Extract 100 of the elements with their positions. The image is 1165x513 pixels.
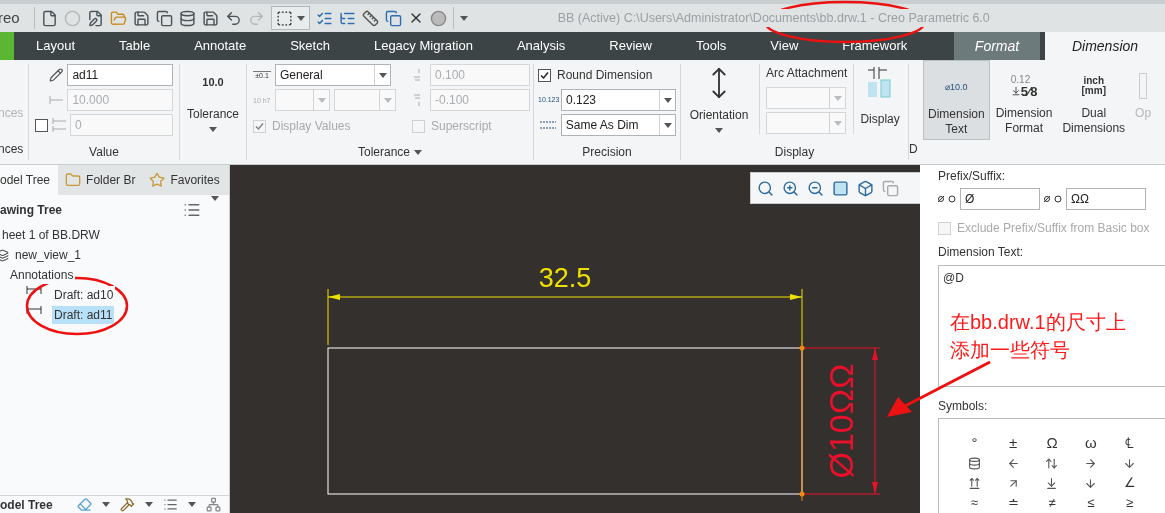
symbol-button[interactable]: ± xyxy=(993,433,1033,453)
section-label: Symbols: xyxy=(938,398,989,415)
orientation-button[interactable]: Orientation xyxy=(685,64,753,134)
ribbon-tab[interactable]: Layout xyxy=(14,32,98,60)
options-icon xyxy=(1139,73,1148,99)
dropdown-arrow-icon xyxy=(833,120,842,126)
symbol-button[interactable]: ≈ xyxy=(955,493,994,513)
ribbon-tab[interactable]: Tools xyxy=(673,32,749,60)
dropdown-arrow-icon xyxy=(715,128,723,133)
ribbon-tab[interactable]: Dimension xyxy=(1045,32,1165,60)
ribbon-tab[interactable]: Framework xyxy=(820,32,930,60)
ruler-icon[interactable] xyxy=(361,9,379,27)
windows-icon[interactable] xyxy=(384,9,402,27)
dimension-value: 32.5 xyxy=(538,263,592,293)
symbol-button[interactable]: ℄ xyxy=(1110,433,1149,453)
dropdown[interactable]: General xyxy=(275,64,391,86)
dropdown-arrow-icon xyxy=(187,502,196,507)
dimension-value-icon xyxy=(49,96,64,104)
dropdown-arrow-icon xyxy=(663,122,672,128)
checkbox-label: Superscript xyxy=(431,118,492,135)
selection-box-button[interactable] xyxy=(270,6,310,30)
dropdown-arrow-icon xyxy=(209,126,217,132)
ribbon-tab[interactable]: Sketch xyxy=(268,32,352,60)
symbol-button[interactable]: ∠ xyxy=(1110,473,1149,493)
panel-tab[interactable]: Favorites xyxy=(142,165,227,195)
edit-file-icon[interactable] xyxy=(86,9,104,27)
edit-name-icon xyxy=(49,67,64,83)
dimension-icon xyxy=(26,286,42,296)
save-icon[interactable] xyxy=(201,9,219,27)
zoom-fit-icon[interactable] xyxy=(757,179,774,197)
prefix-field[interactable]: Ø xyxy=(960,188,1040,210)
symbol-button[interactable]: ω xyxy=(1071,433,1111,453)
new-file-icon[interactable] xyxy=(40,9,58,27)
symbol-button[interactable]: ≐ xyxy=(993,493,1033,513)
dropdown[interactable]: 0.123 xyxy=(561,89,676,111)
ribbon-tab[interactable]: Analysis xyxy=(494,32,588,60)
dimension-icon xyxy=(26,306,42,316)
panel-title: odel Tree xyxy=(0,496,53,513)
list-icon[interactable] xyxy=(162,497,178,512)
tree-item[interactable]: Draft: ad11 xyxy=(52,306,115,324)
dropdown-arrow-icon xyxy=(144,502,153,507)
display-button[interactable]: Display xyxy=(860,64,900,134)
tree-header: awing Tree xyxy=(0,202,64,219)
dropdown-arrow-icon xyxy=(663,97,672,103)
override-value-icon xyxy=(52,117,67,133)
zoom-out-icon[interactable] xyxy=(807,179,824,197)
group-label: Tolerance xyxy=(358,146,410,158)
checkbox-label: Round Dimension xyxy=(557,67,653,84)
section-label: Dimension Text: xyxy=(938,244,1025,261)
repaint-icon[interactable] xyxy=(832,179,849,197)
symbol-button[interactable]: ° xyxy=(955,433,994,453)
dropdown[interactable]: Same As Dim xyxy=(560,114,676,136)
ribbon-button[interactable]: inch [mm] Dual Dimensions xyxy=(1058,60,1130,140)
dropdown-arrow-icon xyxy=(101,502,110,507)
symbol-button[interactable]: ≠ xyxy=(1032,493,1072,513)
dropdown-arrow-icon xyxy=(296,15,305,21)
list-options-icon[interactable] xyxy=(183,201,201,219)
annotation-note: 在bb.drw.1的尺寸上添加一些符号 xyxy=(950,310,1127,363)
dropdown-arrow-icon xyxy=(378,72,387,78)
prefix-suffix-icon xyxy=(1044,195,1062,203)
symbol-button[interactable]: ≤ xyxy=(1071,493,1111,513)
ribbon-tab[interactable]: Annotate xyxy=(172,32,269,60)
ribbon-tab[interactable]: Review xyxy=(587,32,674,60)
suffix-field[interactable]: ΩΩ xyxy=(1066,188,1146,210)
eraser-icon[interactable] xyxy=(76,497,92,512)
ribbon-tab[interactable]: Format xyxy=(954,32,1040,60)
ribbon-tab[interactable]: Legacy Migration xyxy=(351,32,495,60)
tools-icon[interactable] xyxy=(119,497,135,512)
dimension-value: Ø10ΩΩ xyxy=(822,363,860,479)
zoom-in-icon[interactable] xyxy=(782,179,799,197)
symbol-button[interactable]: ≥ xyxy=(1110,493,1149,513)
dropdown-arrow-icon xyxy=(317,97,326,103)
save-copy-icon[interactable] xyxy=(155,9,173,27)
symbol-button[interactable]: Ω xyxy=(1032,433,1072,453)
dropdown-arrow-icon xyxy=(383,97,392,103)
field-label: Arc Attachment xyxy=(766,65,848,82)
checkbox-label: Display Values xyxy=(272,118,351,135)
undo-icon[interactable] xyxy=(224,9,242,27)
panel-tab[interactable]: Folder Br xyxy=(58,165,143,195)
window-title: BB (Active) C:\Users\Administrator\Documents\bb.drw.1 - Creo Parametric 6.0 xyxy=(557,8,990,28)
input-field[interactable]: ad11 xyxy=(67,64,173,86)
ribbon-tab[interactable]: View xyxy=(748,32,821,60)
selection-box-icon xyxy=(275,9,293,27)
group-label: Value xyxy=(88,146,120,158)
arrow-icon xyxy=(1010,86,1021,96)
ribbon-button[interactable]: 0.12 5⁄8 Dimension Format xyxy=(991,60,1057,140)
ribbon-tab[interactable]: Table xyxy=(97,32,173,60)
panel-tab[interactable]: odel Tree xyxy=(0,165,59,195)
tolerance-decimals-icon xyxy=(538,118,558,132)
cube-icon[interactable] xyxy=(857,179,874,197)
checkbox[interactable] xyxy=(538,68,551,82)
folder-icon xyxy=(65,172,82,188)
hierarchy-icon[interactable] xyxy=(205,497,221,512)
view-icon xyxy=(0,248,9,262)
sphere-icon[interactable] xyxy=(429,9,447,27)
ribbon-button[interactable]: ⌀10.0 Dimension Text xyxy=(923,60,990,140)
dropdown-arrow-icon xyxy=(414,149,422,155)
star-icon xyxy=(149,172,166,188)
save-icon[interactable] xyxy=(132,9,150,27)
tolerance-button[interactable]: 10.0 Tolerance xyxy=(180,60,246,164)
